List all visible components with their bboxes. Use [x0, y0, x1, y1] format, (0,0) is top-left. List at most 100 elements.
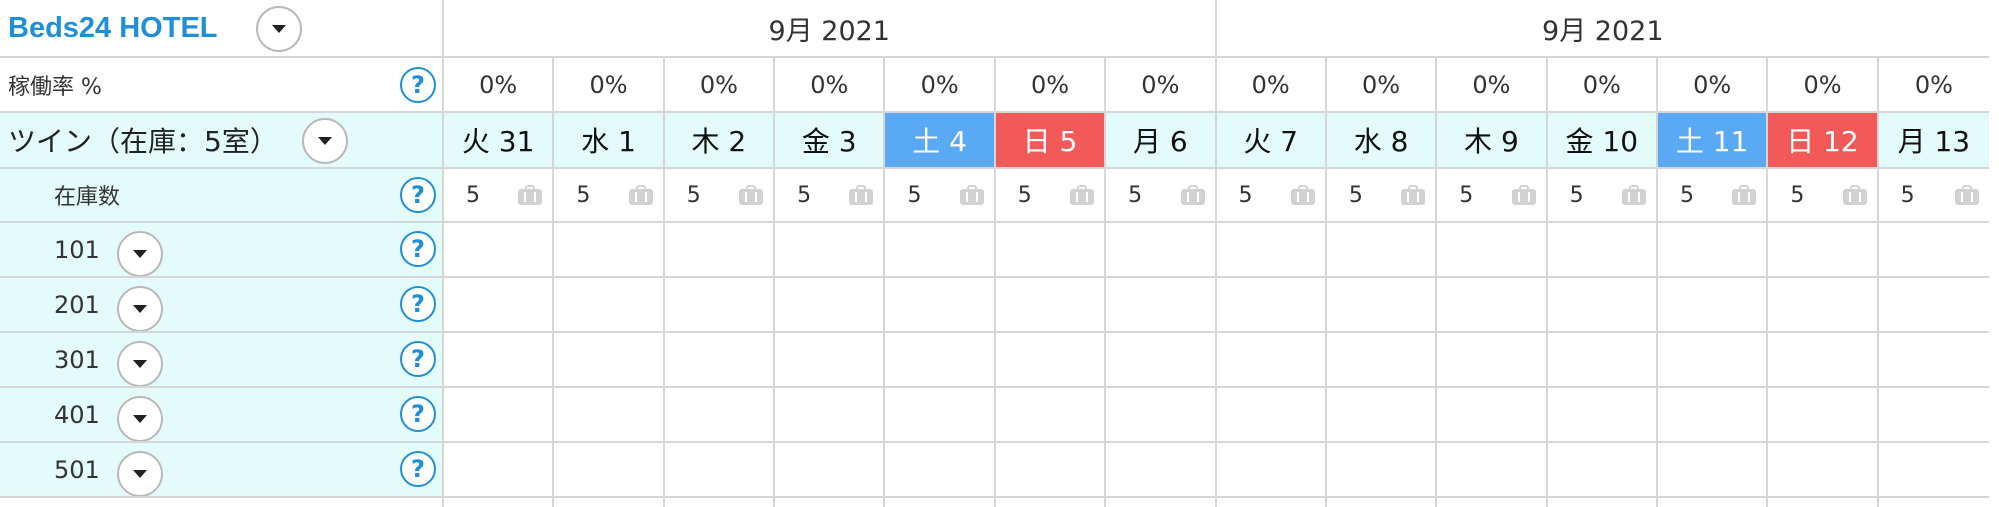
booking-cell[interactable] — [995, 223, 1107, 278]
day-header[interactable]: 月 6 — [1106, 113, 1217, 169]
booking-cell[interactable] — [1768, 388, 1879, 443]
booking-cell[interactable] — [1657, 443, 1769, 498]
booking-cell[interactable] — [1657, 278, 1769, 333]
booking-cell[interactable] — [1547, 333, 1658, 388]
booking-cell[interactable] — [444, 443, 555, 498]
inventory-cell[interactable]: 5 — [1437, 169, 1548, 223]
day-header[interactable]: 金 10 — [1547, 113, 1658, 169]
booking-cell[interactable] — [885, 223, 996, 278]
booking-cell[interactable] — [554, 333, 665, 388]
inventory-cell[interactable]: 5 — [1326, 169, 1438, 223]
inventory-cell[interactable]: 5 — [1547, 169, 1658, 223]
inventory-cell[interactable]: 5 — [444, 169, 555, 223]
inventory-cell[interactable]: 5 — [995, 169, 1107, 223]
day-header[interactable]: 月 13 — [1878, 113, 1990, 169]
booking-cell[interactable] — [1326, 443, 1438, 498]
booking-cell[interactable] — [1437, 388, 1548, 443]
hotel-name-link[interactable]: Beds24 HOTEL — [8, 12, 218, 45]
booking-cell[interactable] — [1768, 223, 1879, 278]
booking-cell[interactable] — [1437, 443, 1548, 498]
inventory-cell[interactable]: 5 — [1878, 169, 1990, 223]
booking-cell[interactable] — [885, 443, 996, 498]
help-icon[interactable]: ? — [400, 396, 436, 432]
booking-cell[interactable] — [995, 388, 1107, 443]
booking-cell[interactable] — [1657, 333, 1769, 388]
booking-cell[interactable] — [1326, 278, 1438, 333]
booking-cell[interactable] — [554, 388, 665, 443]
booking-cell[interactable] — [995, 333, 1107, 388]
booking-cell[interactable] — [1547, 278, 1658, 333]
booking-cell[interactable] — [444, 333, 555, 388]
booking-cell[interactable] — [1216, 388, 1327, 443]
day-header[interactable]: 火 31 — [444, 113, 555, 169]
booking-cell[interactable] — [664, 278, 776, 333]
booking-cell[interactable] — [664, 443, 776, 498]
day-header[interactable]: 金 3 — [775, 113, 886, 169]
booking-cell[interactable] — [554, 223, 665, 278]
booking-cell[interactable] — [775, 388, 886, 443]
room-menu-button[interactable] — [117, 286, 163, 331]
inventory-cell[interactable]: 5 — [664, 169, 776, 223]
day-header[interactable]: 土 4 — [885, 113, 996, 169]
room-menu-button[interactable] — [117, 231, 163, 276]
inventory-cell[interactable]: 5 — [775, 169, 886, 223]
booking-cell[interactable] — [1106, 388, 1217, 443]
help-icon[interactable]: ? — [400, 286, 436, 322]
booking-cell[interactable] — [1437, 278, 1548, 333]
booking-cell[interactable] — [1106, 278, 1217, 333]
day-header[interactable]: 木 2 — [664, 113, 776, 169]
booking-cell[interactable] — [1326, 223, 1438, 278]
booking-cell[interactable] — [1768, 333, 1879, 388]
day-header[interactable]: 水 1 — [554, 113, 665, 169]
booking-cell[interactable] — [1878, 223, 1990, 278]
booking-cell[interactable] — [444, 223, 555, 278]
inventory-cell[interactable]: 5 — [885, 169, 996, 223]
booking-cell[interactable] — [1768, 278, 1879, 333]
booking-cell[interactable] — [995, 278, 1107, 333]
booking-cell[interactable] — [1878, 333, 1990, 388]
day-header[interactable]: 木 9 — [1437, 113, 1548, 169]
day-header[interactable]: 土 11 — [1657, 113, 1769, 169]
booking-cell[interactable] — [1437, 333, 1548, 388]
booking-cell[interactable] — [554, 443, 665, 498]
booking-cell[interactable] — [1437, 223, 1548, 278]
room-type-menu-button[interactable] — [302, 118, 348, 164]
booking-cell[interactable] — [1216, 223, 1327, 278]
booking-cell[interactable] — [1657, 223, 1769, 278]
booking-cell[interactable] — [1106, 443, 1217, 498]
booking-cell[interactable] — [995, 443, 1107, 498]
booking-cell[interactable] — [1106, 333, 1217, 388]
day-header[interactable]: 日 12 — [1768, 113, 1879, 169]
day-header[interactable]: 日 5 — [995, 113, 1107, 169]
booking-cell[interactable] — [775, 333, 886, 388]
inventory-cell[interactable]: 5 — [1106, 169, 1217, 223]
help-icon[interactable]: ? — [400, 341, 436, 377]
booking-cell[interactable] — [775, 223, 886, 278]
room-menu-button[interactable] — [117, 396, 163, 441]
booking-cell[interactable] — [1216, 278, 1327, 333]
hotel-menu-button[interactable] — [256, 6, 302, 52]
inventory-cell[interactable]: 5 — [1657, 169, 1769, 223]
booking-cell[interactable] — [1878, 388, 1990, 443]
booking-cell[interactable] — [1768, 443, 1879, 498]
booking-cell[interactable] — [664, 333, 776, 388]
booking-cell[interactable] — [1326, 333, 1438, 388]
room-menu-button[interactable] — [117, 341, 163, 386]
booking-cell[interactable] — [1326, 388, 1438, 443]
booking-cell[interactable] — [885, 388, 996, 443]
booking-cell[interactable] — [1106, 223, 1217, 278]
help-icon[interactable]: ? — [400, 177, 436, 213]
booking-cell[interactable] — [444, 278, 555, 333]
help-icon[interactable]: ? — [400, 67, 436, 103]
room-menu-button[interactable] — [117, 451, 163, 496]
day-header[interactable]: 水 8 — [1326, 113, 1438, 169]
booking-cell[interactable] — [1878, 443, 1990, 498]
booking-cell[interactable] — [664, 388, 776, 443]
booking-cell[interactable] — [775, 443, 886, 498]
help-icon[interactable]: ? — [400, 231, 436, 267]
booking-cell[interactable] — [1547, 443, 1658, 498]
booking-cell[interactable] — [444, 388, 555, 443]
booking-cell[interactable] — [775, 278, 886, 333]
inventory-cell[interactable]: 5 — [1768, 169, 1879, 223]
help-icon[interactable]: ? — [400, 451, 436, 487]
